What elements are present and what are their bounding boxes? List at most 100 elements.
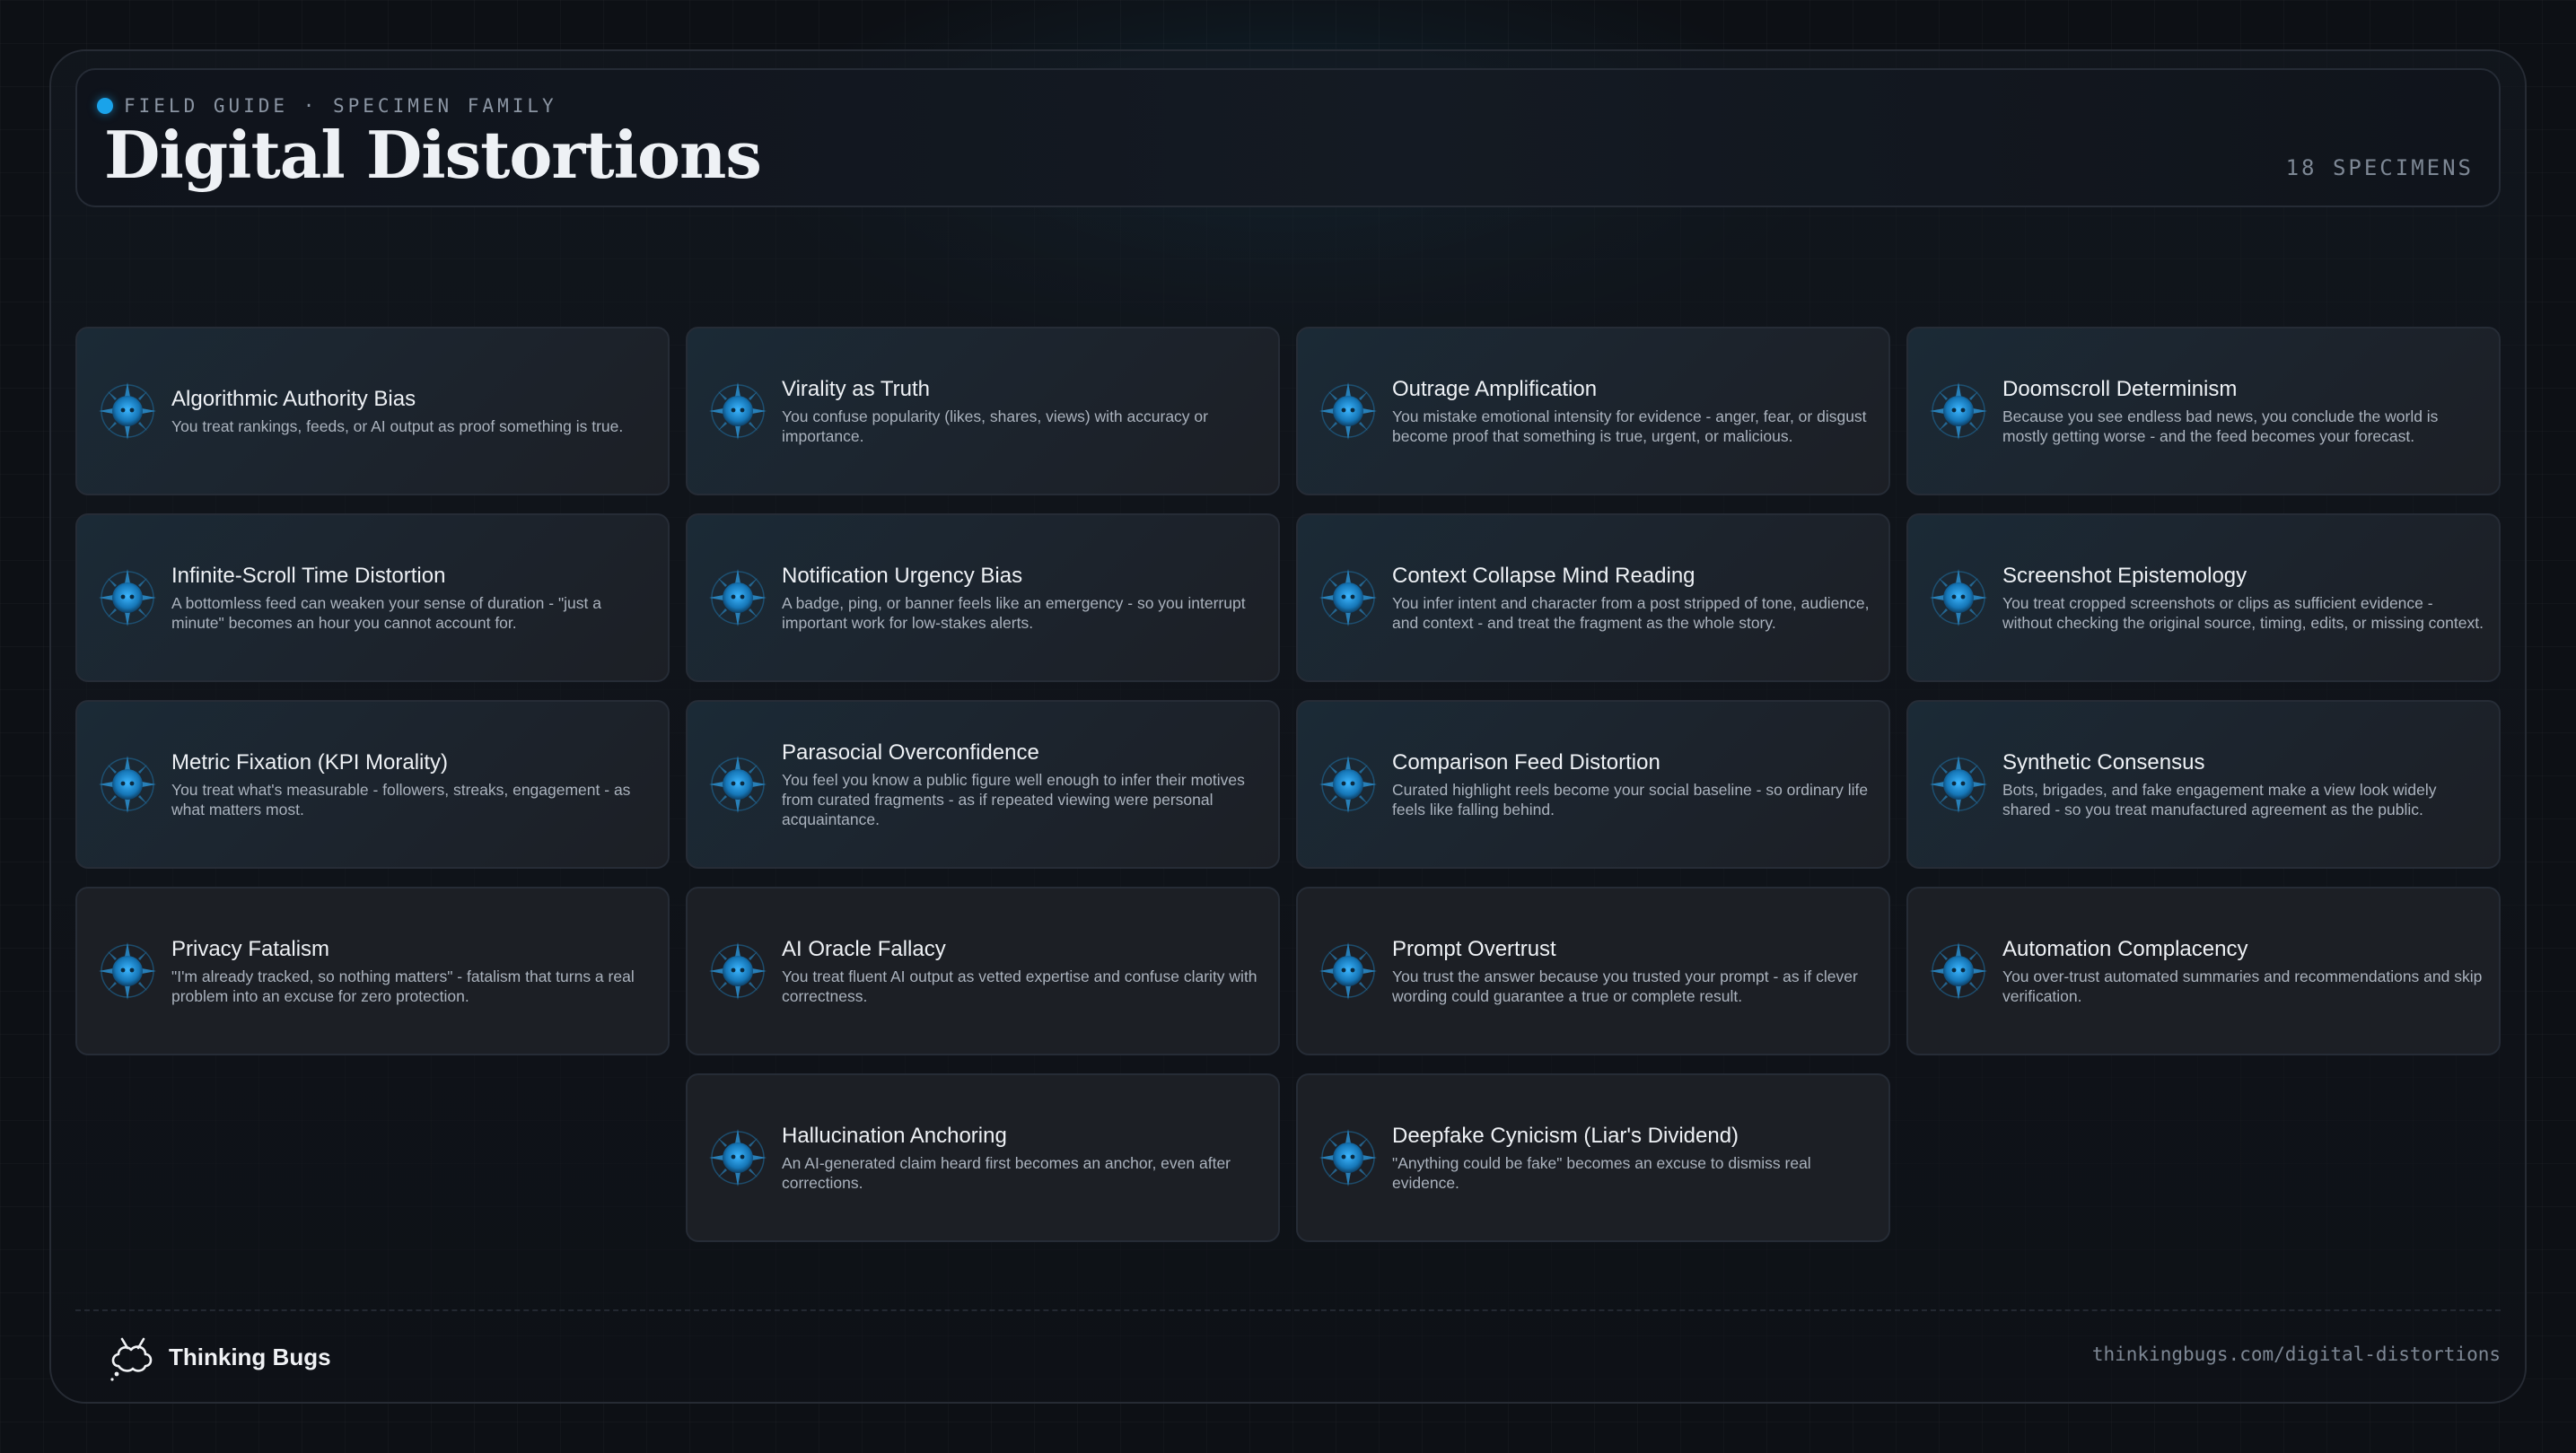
specimen-card[interactable]: Hallucination Anchoring An AI-generated c… [686, 1073, 1280, 1242]
bug-specimen-icon [1928, 941, 1989, 1002]
specimen-name: Notification Urgency Bias [782, 564, 1023, 588]
specimen-description: You mistake emotional intensity for evid… [1392, 407, 1867, 445]
bug-specimen-icon [1928, 381, 1989, 442]
specimen-name: Synthetic Consensus [2002, 750, 2205, 775]
specimen-card[interactable]: Virality as Truth You confuse popularity … [686, 327, 1280, 495]
specimen-description: "Anything could be fake" becomes an excu… [1392, 1154, 1811, 1192]
site-url[interactable]: thinkingbugs.com/digital-distortions [2092, 1344, 2501, 1365]
specimen-card[interactable]: Outrage Amplification You mistake emotion… [1296, 327, 1890, 495]
specimen-card[interactable]: Automation Complacency You over-trust aut… [1906, 887, 2501, 1055]
bug-specimen-icon [97, 754, 158, 815]
specimen-card[interactable]: AI Oracle Fallacy You treat fluent AI out… [686, 887, 1280, 1055]
specimen-name: Context Collapse Mind Reading [1392, 564, 1695, 588]
specimen-text: Notification Urgency Bias A badge, ping, … [782, 564, 1266, 633]
specimen-card[interactable]: Synthetic Consensus Bots, brigades, and f… [1906, 700, 2501, 869]
specimen-name: Doomscroll Determinism [2002, 377, 2238, 401]
specimen-name: Comparison Feed Distortion [1392, 750, 1660, 775]
bug-specimen-icon [97, 567, 158, 628]
specimen-name: Algorithmic Authority Bias [171, 387, 416, 411]
bug-specimen-icon [707, 381, 768, 442]
specimen-description: You treat rankings, feeds, or AI output … [171, 417, 624, 435]
specimen-description: You treat what's measurable - followers,… [171, 781, 631, 818]
specimen-name: Screenshot Epistemology [2002, 564, 2247, 588]
specimen-card[interactable]: Comparison Feed Distortion Curated highli… [1296, 700, 1890, 869]
specimen-description: "I'm already tracked, so nothing matters… [171, 967, 635, 1005]
specimen-card[interactable]: Context Collapse Mind Reading You infer i… [1296, 513, 1890, 682]
specimen-card[interactable]: Algorithmic Authority Bias You treat rank… [75, 327, 670, 495]
specimen-text: Automation Complacency You over-trust aut… [2002, 937, 2486, 1006]
specimen-description: A badge, ping, or banner feels like an e… [782, 594, 1246, 632]
specimen-description: You treat cropped screenshots or clips a… [2002, 594, 2484, 632]
brand-name: Thinking Bugs [169, 1343, 331, 1370]
specimen-name: Deepfake Cynicism (Liar's Dividend) [1392, 1124, 1739, 1148]
specimen-description: You over-trust automated summaries and r… [2002, 967, 2483, 1005]
specimen-text: Doomscroll Determinism Because you see en… [2002, 377, 2486, 446]
specimen-card[interactable]: Deepfake Cynicism (Liar's Dividend) "Anyt… [1296, 1073, 1890, 1242]
specimen-text: Comparison Feed Distortion Curated highli… [1392, 750, 1876, 819]
page-title: Digital Distortions [104, 117, 762, 193]
bug-specimen-icon [1318, 941, 1379, 1002]
specimen-text: Infinite-Scroll Time Distortion A bottoml… [171, 564, 655, 633]
bug-specimen-icon [1318, 1127, 1379, 1188]
bug-specimen-icon [707, 941, 768, 1002]
specimen-text: Context Collapse Mind Reading You infer i… [1392, 564, 1876, 633]
bug-specimen-icon [707, 1127, 768, 1188]
specimen-text: Hallucination Anchoring An AI-generated c… [782, 1124, 1266, 1193]
specimen-description: An AI-generated claim heard first become… [782, 1154, 1231, 1192]
brand-link[interactable]: Thinking Bugs [106, 1330, 331, 1384]
bug-specimen-icon [1928, 754, 1989, 815]
bug-specimen-icon [707, 754, 768, 815]
specimen-name: Virality as Truth [782, 377, 930, 401]
specimen-text: Outrage Amplification You mistake emotion… [1392, 377, 1876, 446]
bug-logo-icon [110, 1337, 153, 1381]
specimen-card[interactable]: Privacy Fatalism "I'm already tracked, so… [75, 887, 670, 1055]
bug-specimen-icon [707, 567, 768, 628]
specimen-text: Metric Fixation (KPI Morality) You treat … [171, 750, 655, 819]
specimen-description: You infer intent and character from a po… [1392, 594, 1870, 632]
specimen-name: Metric Fixation (KPI Morality) [171, 750, 449, 775]
specimen-text: Synthetic Consensus Bots, brigades, and f… [2002, 750, 2486, 819]
specimen-description: A bottomless feed can weaken your sense … [171, 594, 601, 632]
specimen-name: Infinite-Scroll Time Distortion [171, 564, 446, 588]
specimen-text: Virality as Truth You confuse popularity … [782, 377, 1266, 446]
specimen-name: Privacy Fatalism [171, 937, 330, 961]
accent-dot-icon [97, 98, 113, 114]
bug-specimen-icon [97, 941, 158, 1002]
specimen-description: You trust the answer because you trusted… [1392, 967, 1858, 1005]
bug-specimen-icon [1928, 567, 1989, 628]
bug-specimen-icon [1318, 381, 1379, 442]
specimen-card[interactable]: Screenshot Epistemology You treat cropped… [1906, 513, 2501, 682]
specimen-text: Algorithmic Authority Bias You treat rank… [171, 387, 655, 436]
specimen-name: AI Oracle Fallacy [782, 937, 946, 961]
specimen-name: Prompt Overtrust [1392, 937, 1556, 961]
specimen-card[interactable]: Doomscroll Determinism Because you see en… [1906, 327, 2501, 495]
bug-specimen-icon [1318, 567, 1379, 628]
specimen-text: Prompt Overtrust You trust the answer bec… [1392, 937, 1876, 1006]
bug-specimen-icon [97, 381, 158, 442]
specimen-card[interactable]: Metric Fixation (KPI Morality) You treat … [75, 700, 670, 869]
bug-specimen-icon [1318, 754, 1379, 815]
specimen-card[interactable]: Prompt Overtrust You trust the answer bec… [1296, 887, 1890, 1055]
specimen-text: Screenshot Epistemology You treat cropped… [2002, 564, 2486, 633]
specimen-card[interactable]: Parasocial Overconfidence You feel you kn… [686, 700, 1280, 869]
specimen-name: Hallucination Anchoring [782, 1124, 1007, 1148]
specimen-text: Privacy Fatalism "I'm already tracked, so… [171, 937, 655, 1006]
specimen-count: 18 SPECIMENS [2285, 155, 2474, 180]
specimen-text: AI Oracle Fallacy You treat fluent AI out… [782, 937, 1266, 1006]
specimen-name: Parasocial Overconfidence [782, 740, 1039, 765]
specimen-card[interactable]: Infinite-Scroll Time Distortion A bottoml… [75, 513, 670, 682]
eyebrow-label: FIELD GUIDE · SPECIMEN FAMILY [124, 95, 557, 117]
specimen-name: Automation Complacency [2002, 937, 2248, 961]
eyebrow: FIELD GUIDE · SPECIMEN FAMILY [97, 95, 557, 117]
specimen-name: Outrage Amplification [1392, 377, 1598, 401]
header-panel: FIELD GUIDE · SPECIMEN FAMILY Digital Di… [75, 68, 2501, 207]
specimen-description: You confuse popularity (likes, shares, v… [782, 407, 1208, 445]
specimen-description: Curated highlight reels become your soci… [1392, 781, 1869, 818]
footer-divider [75, 1309, 2501, 1311]
specimen-card[interactable]: Notification Urgency Bias A badge, ping, … [686, 513, 1280, 682]
specimen-description: You treat fluent AI output as vetted exp… [782, 967, 1257, 1005]
specimen-description: You feel you know a public figure well e… [782, 771, 1245, 828]
specimen-description: Bots, brigades, and fake engagement make… [2002, 781, 2437, 818]
specimen-description: Because you see endless bad news, you co… [2002, 407, 2439, 445]
specimen-text: Parasocial Overconfidence You feel you kn… [782, 740, 1266, 829]
